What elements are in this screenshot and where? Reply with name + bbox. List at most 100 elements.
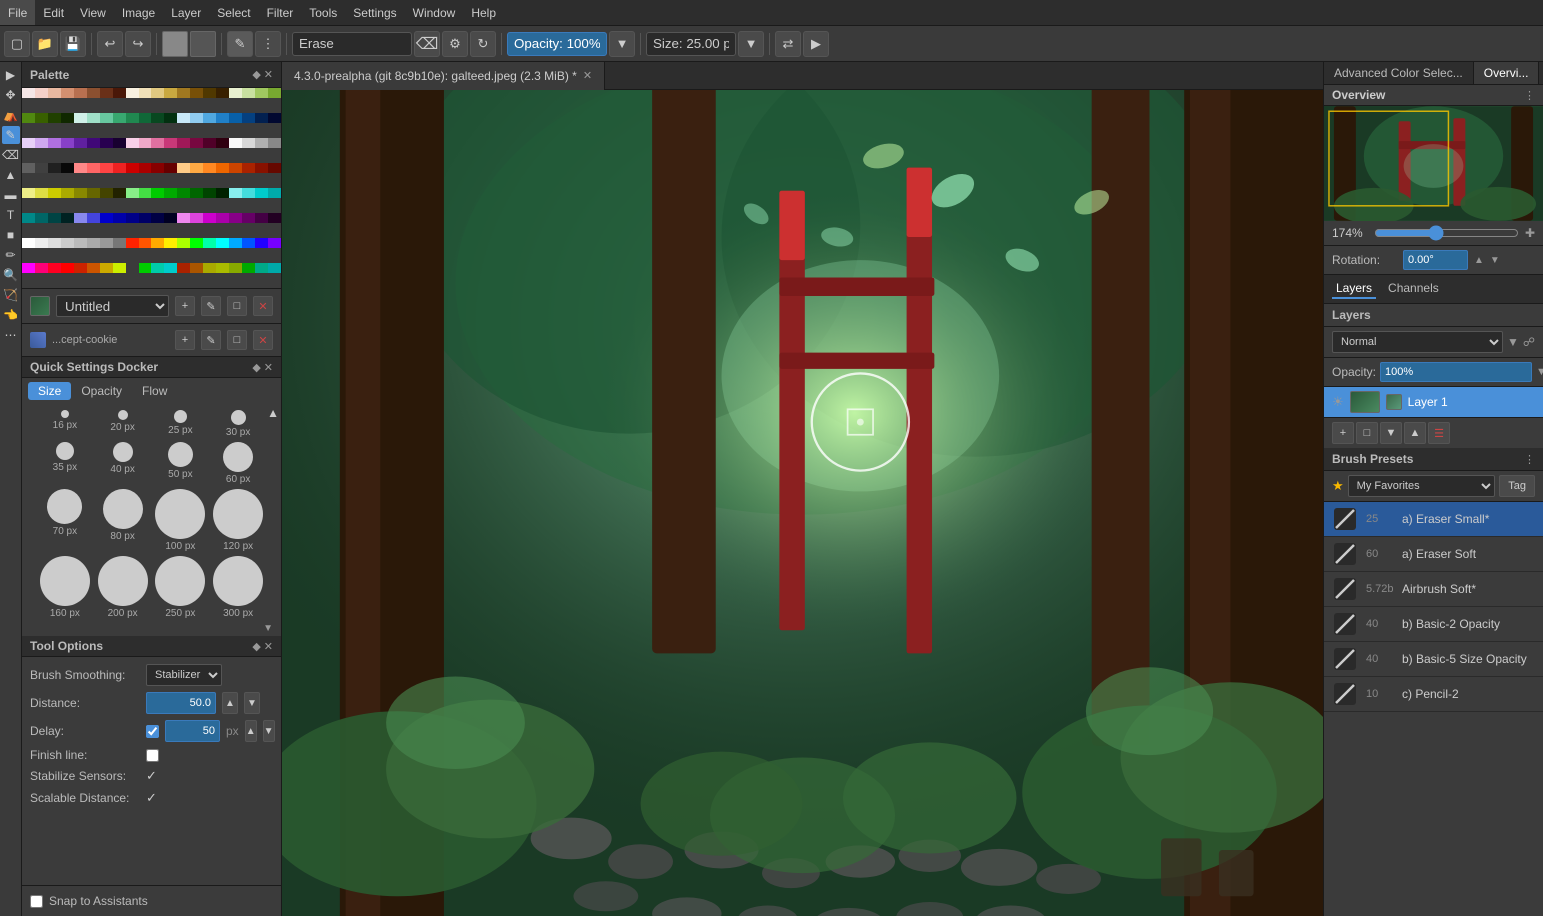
palette-cell[interactable] [61,113,74,123]
palette-cell[interactable] [87,138,100,148]
palette-cell[interactable] [151,88,164,98]
palette-cell[interactable] [126,238,139,248]
palette-cell[interactable] [22,138,35,148]
finish-line-checkbox[interactable] [146,749,159,762]
palette-cell[interactable] [139,213,152,223]
brush-list-item[interactable]: 40b) Basic-5 Size Opacity [1324,642,1543,677]
eraser-icon-btn[interactable]: ⌫ [414,31,440,57]
palette-cell[interactable] [35,88,48,98]
palette-cell[interactable] [190,263,203,273]
brush-dup-btn[interactable]: □ [227,330,247,350]
brush-scroll-up[interactable]: ▲ [267,406,279,420]
palette-cell[interactable] [242,138,255,148]
overview-options-btn[interactable]: ⋮ [1524,89,1535,102]
tool-gradient[interactable]: ▬ [2,186,20,204]
new-btn[interactable]: ▢ [4,31,30,57]
palette-cell[interactable] [113,213,126,223]
layer-del-icon[interactable]: ☰ [1428,422,1450,444]
palette-cell[interactable] [268,263,281,273]
palette-cell[interactable] [48,188,61,198]
palette-close-btn[interactable]: ✕ [264,68,273,81]
tool-extras[interactable]: ⋯ [2,326,20,344]
qs-tab-size[interactable]: Size [28,382,71,400]
to-close-btn[interactable]: ✕ [264,640,273,653]
menu-image[interactable]: Image [114,0,163,25]
palette-cell[interactable] [177,188,190,198]
palette-cell[interactable] [74,188,87,198]
palette-cell[interactable] [255,213,268,223]
palette-cell[interactable] [139,188,152,198]
rotation-input[interactable] [1403,250,1468,270]
palette-cell[interactable] [48,263,61,273]
layer-up-icon[interactable]: ▲ [1404,422,1426,444]
tool-eraser[interactable]: ⌫ [2,146,20,164]
brush-size-item[interactable]: 80 px [96,489,150,552]
palette-cell[interactable] [190,113,203,123]
layer-name-select[interactable]: Untitled [56,295,169,317]
palette-cell[interactable] [203,263,216,273]
palette-cell[interactable] [35,113,48,123]
palette-cell[interactable] [113,138,126,148]
tool-name-input[interactable] [292,32,412,56]
brush-del-btn[interactable]: ✕ [253,330,273,350]
palette-cell[interactable] [242,113,255,123]
palette-cell[interactable] [61,138,74,148]
palette-cell[interactable] [22,263,35,273]
layer-copy-btn[interactable]: □ [227,296,247,316]
bp-tag-btn[interactable]: Tag [1499,475,1535,497]
palette-cell[interactable] [242,188,255,198]
palette-cell[interactable] [35,138,48,148]
tab-advanced-color[interactable]: Advanced Color Selec... [1324,62,1474,84]
palette-cell[interactable] [139,88,152,98]
palette-cell[interactable] [74,263,87,273]
menu-help[interactable]: Help [463,0,504,25]
palette-cell[interactable] [151,138,164,148]
tool-zoom[interactable]: 🔍 [2,266,20,284]
palette-cell[interactable] [203,188,216,198]
palette-cell[interactable] [61,188,74,198]
palette-cell[interactable] [229,213,242,223]
palette-cell[interactable] [242,88,255,98]
palette-cell[interactable] [216,88,229,98]
palette-cell[interactable] [190,163,203,173]
layer-item-1[interactable]: ☀ Layer 1 [1324,387,1543,417]
palette-cell[interactable] [164,138,177,148]
palette-cell[interactable] [190,213,203,223]
menu-view[interactable]: View [72,0,114,25]
palette-cell[interactable] [61,238,74,248]
palette-cell[interactable] [48,138,61,148]
canvas-content[interactable] [282,90,1323,916]
refresh-btn[interactable]: ↻ [470,31,496,57]
overview-thumbnail[interactable] [1324,106,1543,221]
brush-list-item[interactable]: 10c) Pencil-2 [1324,677,1543,712]
palette-cell[interactable] [268,188,281,198]
layer-dup-icon[interactable]: □ [1356,422,1378,444]
layer-add-icon[interactable]: + [1332,422,1354,444]
palette-cell[interactable] [100,88,113,98]
palette-cell[interactable] [35,213,48,223]
layers-tab-channels[interactable]: Channels [1384,279,1443,299]
palette-cell[interactable] [61,88,74,98]
palette-cell[interactable] [22,213,35,223]
palette-cell[interactable] [151,213,164,223]
palette-lock-btn[interactable]: ◆ [252,68,260,81]
palette-cell[interactable] [203,138,216,148]
palette-cell[interactable] [74,163,87,173]
brush-size-item[interactable]: 200 px [96,556,150,619]
palette-cell[interactable] [74,213,87,223]
brush-size-item[interactable]: 30 px [211,410,265,438]
palette-cell[interactable] [35,238,48,248]
palette-cell[interactable] [190,88,203,98]
canvas-tab-close[interactable]: ✕ [583,69,592,82]
palette-cell[interactable] [139,263,152,273]
palette-cell[interactable] [48,238,61,248]
palette-cell[interactable] [164,88,177,98]
palette-cell[interactable] [203,113,216,123]
brush-add-btn[interactable]: + [175,330,195,350]
palette-cell[interactable] [22,88,35,98]
size-down-btn[interactable]: ▼ [738,31,764,57]
palette-cell[interactable] [113,163,126,173]
palette-cell[interactable] [139,113,152,123]
bg-color[interactable] [190,31,216,57]
palette-cell[interactable] [177,263,190,273]
